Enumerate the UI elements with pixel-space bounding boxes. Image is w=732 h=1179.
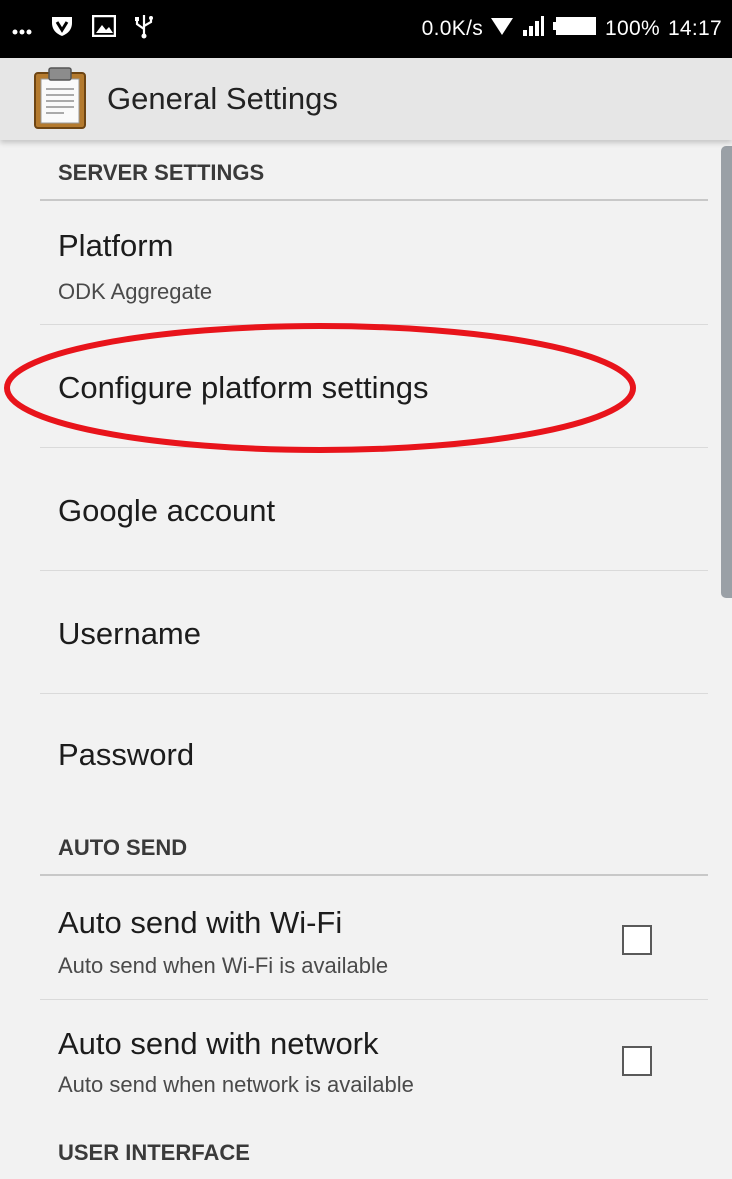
section-divider <box>40 874 708 876</box>
battery-icon <box>553 16 597 42</box>
auto-send-network-title: Auto send with network <box>58 1026 379 1061</box>
status-bar-notifications <box>12 0 154 58</box>
auto-send-wifi-checkbox[interactable] <box>622 925 652 955</box>
clipboard-icon <box>34 67 86 129</box>
username-preference[interactable]: Username <box>0 571 720 693</box>
section-header-user-interface: USER INTERFACE <box>58 1140 250 1165</box>
google-account-preference[interactable]: Google account <box>0 448 720 570</box>
auto-send-wifi-title: Auto send with Wi-Fi <box>58 905 343 940</box>
app-bar: General Settings <box>0 58 732 140</box>
scrollbar[interactable] <box>721 146 732 598</box>
platform-summary: ODK Aggregate <box>58 279 213 304</box>
configure-platform-settings-title: Configure platform settings <box>58 370 429 405</box>
clock: 14:17 <box>667 17 722 40</box>
usb-icon <box>134 13 154 45</box>
wifi-icon <box>491 16 514 42</box>
platform-title: Platform <box>58 228 174 263</box>
status-bar: 0.0K/s 100% 14:17 <box>0 0 732 58</box>
auto-send-wifi-preference[interactable]: Auto send with Wi-Fi Auto send when Wi-F… <box>0 877 720 999</box>
username-title: Username <box>58 616 201 651</box>
auto-send-network-preference[interactable]: Auto send with network Auto send when ne… <box>0 1000 720 1122</box>
section-header-auto-send: AUTO SEND <box>58 835 188 860</box>
status-bar-system: 0.0K/s 100% 14:17 <box>422 0 722 58</box>
more-icon <box>12 16 32 42</box>
password-preference[interactable]: Password <box>0 694 720 816</box>
password-title: Password <box>58 737 195 772</box>
page-title: General Settings <box>107 81 338 116</box>
signal-icon <box>521 15 545 43</box>
auto-send-wifi-summary: Auto send when Wi-Fi is available <box>58 953 389 978</box>
platform-preference[interactable]: Platform ODK Aggregate <box>0 202 720 324</box>
image-icon <box>91 14 117 43</box>
battery-percent: 100% <box>605 17 660 40</box>
section-header-server-settings: SERVER SETTINGS <box>58 160 265 185</box>
auto-send-network-summary: Auto send when network is available <box>58 1072 414 1097</box>
vpn-shield-icon <box>50 14 74 44</box>
section-divider <box>40 199 708 201</box>
configure-platform-settings-preference[interactable]: Configure platform settings <box>0 325 720 447</box>
network-speed: 0.0K/s <box>421 17 484 40</box>
google-account-title: Google account <box>58 493 276 528</box>
auto-send-network-checkbox[interactable] <box>622 1046 652 1076</box>
